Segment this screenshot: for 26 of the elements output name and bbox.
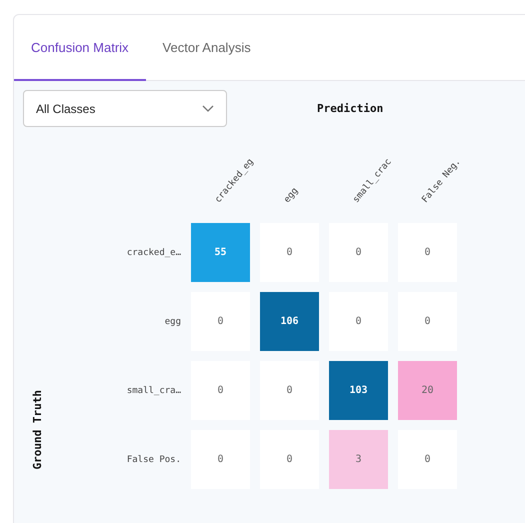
matrix-cell: 0	[329, 223, 388, 282]
matrix-cell: 0	[191, 292, 250, 351]
matrix-cell: 106	[260, 292, 319, 351]
row-label: small_cra…	[126, 386, 181, 396]
matrix-cell: 0	[398, 292, 457, 351]
matrix-cell: 55	[191, 223, 250, 282]
column-label: egg	[282, 186, 300, 205]
row-label: egg	[164, 316, 181, 326]
matrix-cell: 0	[191, 430, 250, 489]
matrix-cell: 0	[260, 361, 319, 420]
matrix-cell: 0	[191, 361, 250, 420]
row-label: cracked_e…	[126, 248, 181, 258]
matrix-cell: 0	[260, 223, 319, 282]
matrix-cell: 20	[398, 361, 457, 420]
matrix-cell: 0	[260, 430, 319, 489]
tab[interactable]: Vector Analysis	[146, 15, 268, 81]
matrix-cell: 0	[329, 292, 388, 351]
axis-title: Ground Truth	[30, 390, 44, 469]
matrix-cell: 3	[329, 430, 388, 489]
axis-title: Prediction	[317, 102, 384, 115]
matrix-cell: 0	[398, 223, 457, 282]
row-label: False Pos.	[126, 454, 181, 464]
chevron-down-icon	[202, 104, 214, 112]
class-select[interactable]: All Classes	[23, 90, 227, 127]
matrix-cell: 0	[398, 430, 457, 489]
matrix-cell: 103	[329, 361, 388, 420]
